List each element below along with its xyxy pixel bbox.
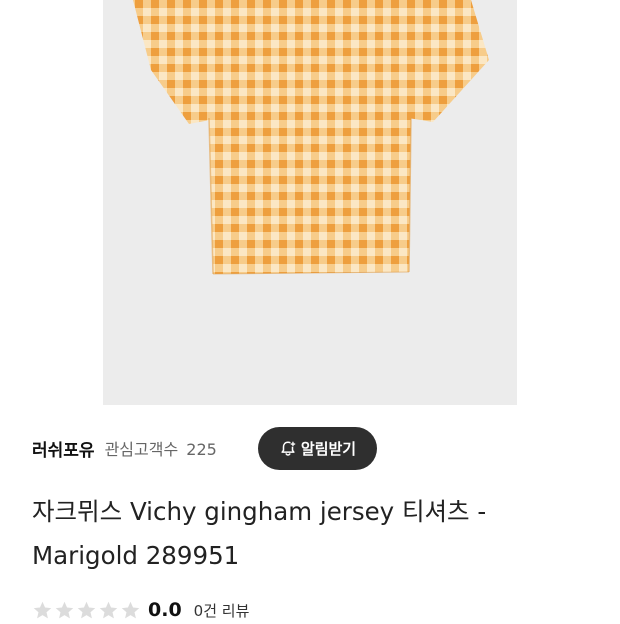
rating-score: 0.0 — [148, 599, 182, 621]
left-sleeve — [133, 0, 215, 124]
notification-button[interactable]: 알림받기 — [258, 427, 377, 470]
seller-info: 러쉬포유 관심고객수 225 — [32, 426, 217, 470]
product-title: 자크뮈스 Vichy gingham jersey 티셔츠 - Marigold… — [32, 497, 487, 570]
star-icon — [55, 601, 74, 618]
star-icon — [99, 601, 118, 618]
followers-label: 관심고객수 — [104, 440, 179, 459]
notification-label: 알림받기 — [300, 440, 357, 458]
product-image[interactable] — [103, 0, 517, 405]
seller-name[interactable]: 러쉬포유 — [32, 436, 95, 461]
star-icon — [121, 601, 140, 618]
followers-number: 225 — [186, 440, 217, 459]
right-sleeve — [403, 0, 489, 122]
star-rating — [32, 600, 142, 621]
bell-plus-icon — [281, 440, 296, 456]
review-count[interactable]: 0건 리뷰 — [194, 600, 250, 621]
star-icon — [77, 601, 96, 618]
shirt-body — [208, 0, 415, 274]
star-icon — [33, 601, 52, 618]
followers-count: 관심고객수 225 — [105, 436, 217, 460]
tshirt-illustration — [133, 0, 489, 275]
